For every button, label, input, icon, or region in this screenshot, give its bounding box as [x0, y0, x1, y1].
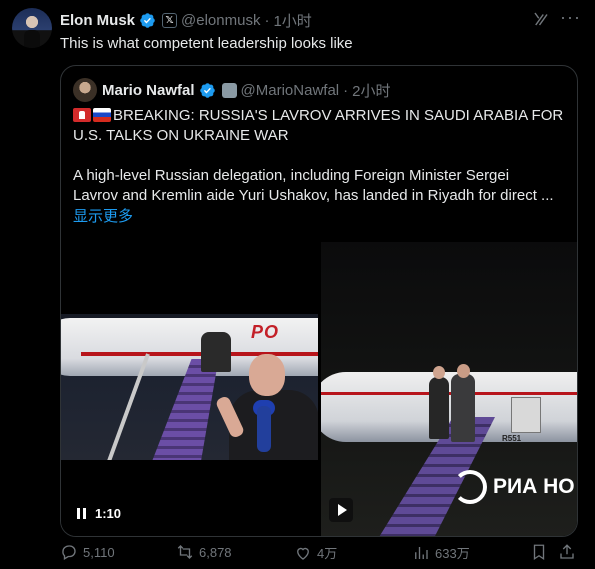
- quote-body-line2: Lavrov and Kremlin aide Yuri Ushakov, ha…: [73, 187, 554, 204]
- airplane-livery-text: РО: [251, 322, 280, 342]
- like-icon: [297, 547, 309, 560]
- video-thumbnail-left: РО: [61, 314, 318, 460]
- ria-watermark-text: РИА НО: [493, 475, 575, 498]
- ground-vehicle: [511, 397, 541, 433]
- grok-icon[interactable]: [532, 10, 550, 28]
- saudi-flag-icon: [73, 108, 91, 122]
- x-badge-icon: 𝕏: [162, 13, 178, 28]
- quote-headline-line1: BREAKING: RUSSIA'S LAVROV ARRIVES IN SAU…: [73, 106, 567, 126]
- views-icon: [415, 546, 428, 559]
- quote-header: Mario Nawfal @MarioNawfal · 2小时: [102, 80, 390, 101]
- tweet-header: Elon Musk 𝕏 @elonmusk · 1小时: [60, 10, 312, 31]
- repost-icon: [177, 545, 193, 559]
- bookmark-button[interactable]: [530, 543, 548, 561]
- quote-author-handle[interactable]: @MarioNawfal: [241, 82, 340, 99]
- video-media-right[interactable]: R551 РИА НО: [321, 242, 577, 536]
- person-figure: [429, 377, 449, 439]
- quote-headline-text: BREAKING: RUSSIA'S LAVROV ARRIVES IN SAU…: [113, 107, 564, 124]
- tweet-text: This is what competent leadership looks …: [60, 35, 353, 52]
- play-icon[interactable]: [329, 498, 353, 522]
- tweet-time[interactable]: 1小时: [273, 10, 311, 31]
- quote-headline-line2: U.S. TALKS ON UKRAINE WAR: [73, 127, 289, 144]
- pause-icon[interactable]: [77, 508, 86, 519]
- person-head: [433, 366, 445, 379]
- vehicle-label: R551: [502, 434, 522, 443]
- microphone: [257, 406, 271, 452]
- separator-dot: ·: [264, 12, 270, 29]
- share-icon: [560, 544, 574, 559]
- verified-icon: [140, 13, 155, 28]
- show-more-link[interactable]: 显示更多: [73, 205, 133, 226]
- author-name[interactable]: Elon Musk: [60, 12, 135, 29]
- separator-dot: ·: [343, 82, 349, 99]
- repost-button[interactable]: 6,878: [176, 543, 232, 561]
- reporter-head: [249, 354, 285, 396]
- repost-count: 6,878: [199, 544, 232, 560]
- like-count: 4万: [317, 546, 338, 561]
- video-time: 1:10: [95, 506, 122, 521]
- reply-icon: [62, 545, 76, 560]
- share-button[interactable]: [558, 543, 576, 561]
- reporter-figure: [214, 354, 318, 460]
- quote-author-name[interactable]: Mario Nawfal: [102, 82, 195, 99]
- reporter-body: [229, 390, 318, 460]
- author-avatar[interactable]: [12, 8, 52, 48]
- affiliate-badge-icon: [221, 83, 237, 98]
- like-button[interactable]: 4万: [294, 543, 337, 562]
- views-button[interactable]: 633万: [412, 543, 470, 562]
- video-thumbnail-right: R551 РИА НО: [321, 242, 577, 536]
- bookmark-icon: [533, 544, 545, 561]
- quote-body: BREAKING: RUSSIA'S LAVROV ARRIVES IN SAU…: [73, 106, 567, 206]
- author-handle[interactable]: @elonmusk: [181, 12, 260, 29]
- person-head: [457, 364, 470, 378]
- more-icon[interactable]: ···: [560, 8, 581, 26]
- quote-spacer: [73, 146, 567, 166]
- action-bar: 5,110 6,878 4万 633万: [60, 543, 580, 565]
- video-controls: 1:10: [77, 506, 121, 521]
- verified-icon: [199, 83, 215, 98]
- reply-button[interactable]: 5,110: [60, 543, 115, 561]
- quote-body-line1: A high-level Russian delegation, includi…: [73, 167, 510, 184]
- reply-count: 5,110: [83, 544, 115, 560]
- russia-flag-icon: [93, 108, 111, 122]
- ria-watermark: РИА НО: [453, 470, 575, 504]
- airplane-stripe: [321, 392, 577, 395]
- quote-time[interactable]: 2小时: [352, 80, 390, 101]
- person-figure: [451, 374, 475, 442]
- quote-avatar[interactable]: [73, 78, 97, 102]
- ria-logo-icon: [453, 470, 487, 504]
- views-count: 633万: [435, 546, 470, 561]
- video-media-left[interactable]: РО: [61, 242, 318, 536]
- quoted-tweet[interactable]: Mario Nawfal @MarioNawfal · 2小时 BREAKING…: [60, 65, 578, 537]
